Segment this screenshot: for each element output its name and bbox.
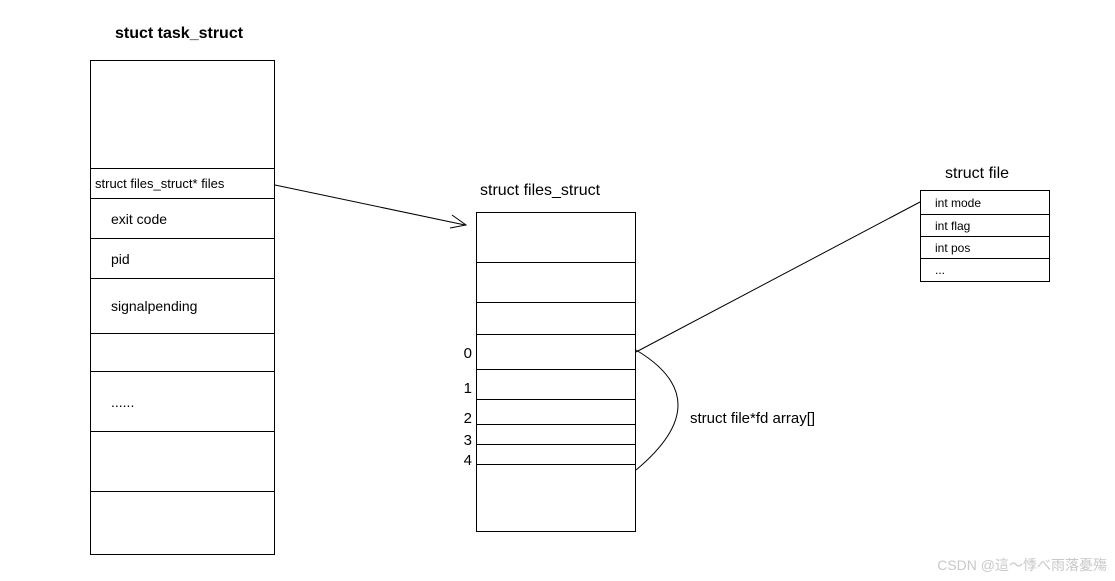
idx-2: 2 [458,410,472,427]
files-struct-idx4 [477,445,635,465]
watermark: CSDN @這～悸べ雨落憂殤 [937,555,1107,575]
task-struct-blank-bottom [91,432,274,492]
idx-0: 0 [458,345,472,362]
idx-4: 4 [458,452,472,469]
struct-file-more: ... [921,259,1049,281]
files-struct-idx3 [477,425,635,445]
idx-1: 1 [458,380,472,397]
files-struct-row-b [477,263,635,303]
struct-file-pos: int pos [921,237,1049,259]
files-struct-box [476,212,636,532]
files-struct-idx0 [477,335,635,370]
task-struct-files-row: struct files_struct* files [91,169,274,199]
files-struct-row-a [477,213,635,263]
task-struct-signalpending-row: signalpending [91,279,274,334]
title-task-struct: stuct task_struct [115,25,243,43]
task-struct-box: struct files_struct* files exit code pid… [90,60,275,555]
files-struct-idx1 [477,370,635,400]
task-struct-ellipsis-row: ...... [91,372,274,432]
struct-file-mode: int mode [921,191,1049,215]
files-struct-row-c [477,303,635,335]
files-struct-idx2 [477,400,635,425]
struct-file-flag: int flag [921,215,1049,237]
task-struct-pid-row: pid [91,239,274,279]
struct-file-box: int mode int flag int pos ... [920,190,1050,282]
task-struct-blank-mid [91,334,274,372]
title-struct-file: struct file [945,165,1009,183]
title-files-struct: struct files_struct [480,182,600,200]
fd-array-label: struct file*fd array[] [690,410,815,427]
task-struct-blank-top [91,61,274,169]
task-struct-exitcode-row: exit code [91,199,274,239]
idx-3: 3 [458,432,472,449]
